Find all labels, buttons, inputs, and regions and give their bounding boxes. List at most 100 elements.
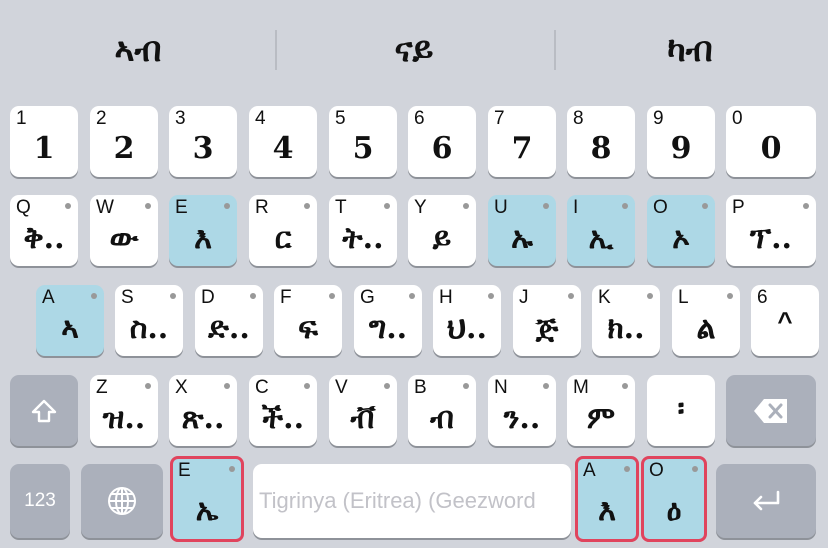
long-press-dot (384, 383, 390, 389)
key-a-alt[interactable]: A እ (575, 456, 639, 542)
key-latin-label: 2 (96, 108, 107, 129)
long-press-dot (692, 466, 698, 472)
return-key[interactable] (716, 464, 816, 538)
long-press-dot (329, 293, 335, 299)
key-char: ኢ (588, 221, 614, 256)
key-latin-label: 6 (757, 287, 768, 308)
key-g[interactable]: G ግ.. (354, 285, 422, 356)
key-latin-label: A (42, 287, 55, 308)
key-h[interactable]: H ህ.. (433, 285, 501, 356)
key-y[interactable]: Y ይ (408, 195, 476, 266)
key-o-alt[interactable]: O ዕ (641, 456, 707, 542)
key-latin-label: 7 (494, 108, 505, 129)
key-m[interactable]: M ም (567, 375, 635, 446)
key-b[interactable]: B ብ (408, 375, 476, 446)
long-press-dot (229, 466, 235, 472)
key-char: እ (194, 221, 212, 256)
key-v[interactable]: V ቭ (329, 375, 397, 446)
key-e[interactable]: E እ (169, 195, 237, 266)
key-k[interactable]: K ክ.. (592, 285, 660, 356)
numbers-mode-label: 123 (24, 490, 56, 511)
key-latin-label: N (494, 377, 508, 398)
key-r[interactable]: R ር (249, 195, 317, 266)
key-j[interactable]: J ጅ (513, 285, 581, 356)
key-latin-label: G (360, 287, 375, 308)
key-char: ኤ (195, 493, 219, 528)
key-latin-label: B (414, 377, 427, 398)
key-char: ቭ (350, 401, 376, 436)
key-latin-label: U (494, 197, 508, 218)
key-0[interactable]: 0 0 (726, 106, 816, 177)
key-w[interactable]: W ው (90, 195, 158, 266)
key-latin-label: D (201, 287, 215, 308)
long-press-dot (622, 383, 628, 389)
backspace-key[interactable] (726, 375, 816, 446)
key-o[interactable]: O ኦ (647, 195, 715, 266)
key-5[interactable]: 5 5 (329, 106, 397, 177)
long-press-dot (647, 293, 653, 299)
space-bar-label: Tigrinya (Eritrea) (Geezword (259, 488, 536, 513)
key-char: 4 (272, 131, 294, 166)
suggestion-bar: ኣብ ናይ ካብ (0, 0, 828, 98)
long-press-dot (170, 293, 176, 299)
suggestion-1[interactable]: ኣብ (0, 22, 276, 78)
key-char: ግ.. (368, 311, 408, 346)
long-press-dot (304, 383, 310, 389)
key-latin-label: T (335, 197, 347, 218)
key-8[interactable]: 8 8 (567, 106, 635, 177)
key-char: ጅ (535, 311, 559, 346)
key-t[interactable]: T ት.. (329, 195, 397, 266)
key-latin-label: Y (414, 197, 427, 218)
shift-arrow-icon (10, 375, 78, 446)
space-bar[interactable]: Tigrinya (Eritrea) (Geezword (253, 464, 571, 538)
key-char: ይ (432, 221, 452, 256)
key-2[interactable]: 2 2 (90, 106, 158, 177)
numbers-mode-key[interactable]: 123 (10, 464, 70, 538)
key-n[interactable]: N ን.. (488, 375, 556, 446)
key-latin-label: K (598, 287, 611, 308)
long-press-dot (702, 203, 708, 209)
key-char: 3 (192, 131, 214, 166)
key-char: 0 (760, 131, 782, 166)
key-d[interactable]: D ድ.. (195, 285, 263, 356)
key-char: ጽ.. (181, 401, 225, 436)
key-f[interactable]: F ፍ (274, 285, 342, 356)
key-char: 8 (590, 131, 612, 166)
key-char: ት.. (342, 221, 384, 256)
key-1[interactable]: 1 1 (10, 106, 78, 177)
key-latin-label: J (519, 287, 529, 308)
key-latin-label: P (732, 197, 745, 218)
key-4[interactable]: 4 4 (249, 106, 317, 177)
key-latin-label: 6 (414, 108, 425, 129)
shift-key[interactable] (10, 375, 78, 446)
key-p[interactable]: P ፕ.. (726, 195, 816, 266)
key-u[interactable]: U ኡ (488, 195, 556, 266)
key-z[interactable]: Z ዝ.. (90, 375, 158, 446)
key-i[interactable]: I ኢ (567, 195, 635, 266)
key-latin-label: I (573, 197, 579, 218)
suggestion-3[interactable]: ካብ (552, 22, 828, 78)
key-3[interactable]: 3 3 (169, 106, 237, 177)
key-7[interactable]: 7 7 (488, 106, 556, 177)
key-latin-label: V (335, 377, 348, 398)
key-latin-label: S (121, 287, 134, 308)
key-caret[interactable]: 6 ^ (751, 285, 819, 356)
key-l[interactable]: L ል (672, 285, 740, 356)
key-latin-label: O (653, 197, 668, 218)
key-x[interactable]: X ጽ.. (169, 375, 237, 446)
suggestion-2[interactable]: ናይ (276, 22, 552, 78)
key-9[interactable]: 9 9 (647, 106, 715, 177)
long-press-dot (543, 203, 549, 209)
key-q[interactable]: Q ቅ.. (10, 195, 78, 266)
long-press-dot (463, 383, 469, 389)
key-wordspace[interactable]: ፡ (647, 375, 715, 446)
key-6[interactable]: 6 6 (408, 106, 476, 177)
key-c[interactable]: C ች.. (249, 375, 317, 446)
key-s[interactable]: S ስ.. (115, 285, 183, 356)
key-latin-label: X (175, 377, 188, 398)
globe-key[interactable] (81, 464, 163, 538)
key-char: ህ.. (447, 311, 487, 346)
key-e-alt[interactable]: E ኤ (170, 456, 244, 542)
key-char: ዕ (666, 493, 682, 528)
key-a[interactable]: A ኣ (36, 285, 104, 356)
